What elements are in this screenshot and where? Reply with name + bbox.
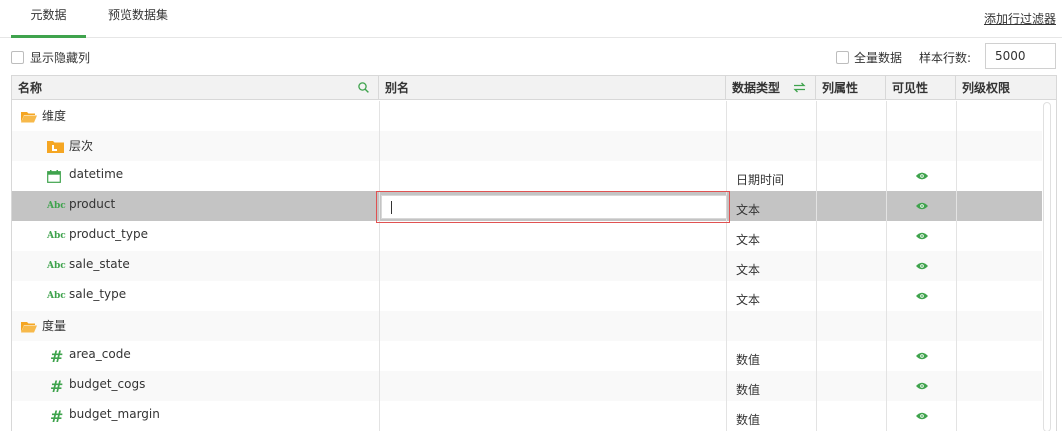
column-divider xyxy=(726,101,727,431)
eye-icon[interactable] xyxy=(916,172,928,180)
show-hidden-columns-label: 显示隐藏列 xyxy=(30,51,91,65)
text-abc-icon: Abc xyxy=(47,291,66,301)
row-name: budget_margin xyxy=(69,407,160,421)
row-name: datetime xyxy=(69,167,124,181)
eye-icon[interactable] xyxy=(916,262,928,270)
column-header-alias: 别名 xyxy=(379,76,726,100)
eye-icon[interactable] xyxy=(916,352,928,360)
table-row[interactable]: 层次 xyxy=(12,131,1042,180)
tab-preview-dataset[interactable]: 预览数据集 xyxy=(96,0,180,38)
row-name: product xyxy=(69,197,116,211)
metadata-table: 名称 别名 数据类型 列属性 可见性 列级权限 维度 层次 datetime A… xyxy=(11,75,1057,431)
table-row[interactable]: 维度 xyxy=(12,101,1042,131)
row-name: 维度 xyxy=(42,109,67,123)
table-row[interactable]: # budget_margin xyxy=(12,401,1042,431)
row-name: product_type xyxy=(69,227,148,241)
number-hash-icon: # xyxy=(50,406,64,426)
data-type-cell[interactable]: 数值 xyxy=(736,381,760,398)
table-row[interactable]: # budget_cogs xyxy=(12,371,1042,401)
vertical-scrollbar[interactable] xyxy=(1043,102,1051,431)
column-header-attribute: 列属性 xyxy=(816,76,886,100)
swap-icon[interactable] xyxy=(793,82,806,93)
alias-edit-frame xyxy=(376,191,730,223)
eye-icon[interactable] xyxy=(916,292,928,300)
folder-open-icon xyxy=(21,101,37,131)
eye-icon[interactable] xyxy=(916,382,928,390)
sample-rows-label: 样本行数: xyxy=(919,51,972,65)
row-name: 度量 xyxy=(42,319,67,333)
eye-icon[interactable] xyxy=(916,202,928,210)
all-data-checkbox[interactable] xyxy=(836,51,849,64)
eye-icon[interactable] xyxy=(916,232,928,240)
hierarchy-folder-icon xyxy=(47,131,64,161)
all-data-label: 全量数据 xyxy=(854,51,903,65)
scrollbar-thumb[interactable] xyxy=(1045,104,1049,424)
column-divider xyxy=(886,101,887,431)
text-caret xyxy=(391,201,392,214)
column-divider xyxy=(816,101,817,431)
data-type-cell[interactable]: 文本 xyxy=(736,201,760,218)
data-type-cell[interactable]: 文本 xyxy=(736,231,760,248)
column-header-permission: 列级权限 xyxy=(962,81,1011,95)
column-header-visibility: 可见性 xyxy=(886,76,956,100)
text-abc-icon: Abc xyxy=(47,261,66,271)
column-divider xyxy=(956,101,957,431)
toolbar: 显示隐藏列 全量数据 样本行数: xyxy=(0,38,1062,74)
number-hash-icon: # xyxy=(50,376,64,396)
eye-icon[interactable] xyxy=(916,412,928,420)
search-icon[interactable] xyxy=(358,82,369,93)
data-type-cell[interactable]: 数值 xyxy=(736,411,760,428)
folder-open-icon xyxy=(21,311,37,341)
row-name: budget_cogs xyxy=(69,377,146,391)
row-name: area_code xyxy=(69,347,131,361)
table-row[interactable]: Abc sale_state xyxy=(12,251,1042,281)
row-name: sale_state xyxy=(69,257,130,271)
number-hash-icon: # xyxy=(50,346,64,366)
tab-bar: 元数据 预览数据集 添加行过滤器 xyxy=(0,0,1062,38)
table-row[interactable]: datetime xyxy=(12,161,1042,191)
calendar-icon xyxy=(47,161,61,191)
show-hidden-columns-checkbox[interactable] xyxy=(11,51,24,64)
table-row[interactable]: # area_code xyxy=(12,341,1042,371)
column-header-name[interactable]: 名称 xyxy=(12,76,379,100)
text-abc-icon: Abc xyxy=(47,231,66,241)
tab-metadata[interactable]: 元数据 xyxy=(11,0,86,38)
data-type-cell[interactable]: 日期时间 xyxy=(736,171,784,188)
table-row[interactable]: 度量 xyxy=(12,311,1042,341)
data-type-cell[interactable]: 文本 xyxy=(736,261,760,278)
sample-rows-input[interactable] xyxy=(985,43,1056,69)
table-body: 维度 层次 datetime Abc product Abc product_t… xyxy=(12,101,1056,431)
column-divider xyxy=(379,101,380,431)
alias-input[interactable] xyxy=(381,195,727,219)
table-header: 名称 别名 数据类型 列属性 可见性 列级权限 xyxy=(12,76,1056,100)
data-type-cell[interactable]: 文本 xyxy=(736,291,760,308)
text-abc-icon: Abc xyxy=(47,201,66,211)
data-type-cell[interactable]: 数值 xyxy=(736,351,760,368)
row-name: sale_type xyxy=(69,287,127,301)
add-row-filter-link[interactable]: 添加行过滤器 xyxy=(984,10,1056,27)
table-row[interactable]: Abc product_type xyxy=(12,221,1042,251)
row-name: 层次 xyxy=(69,139,94,153)
table-row[interactable]: Abc sale_type xyxy=(12,281,1042,311)
